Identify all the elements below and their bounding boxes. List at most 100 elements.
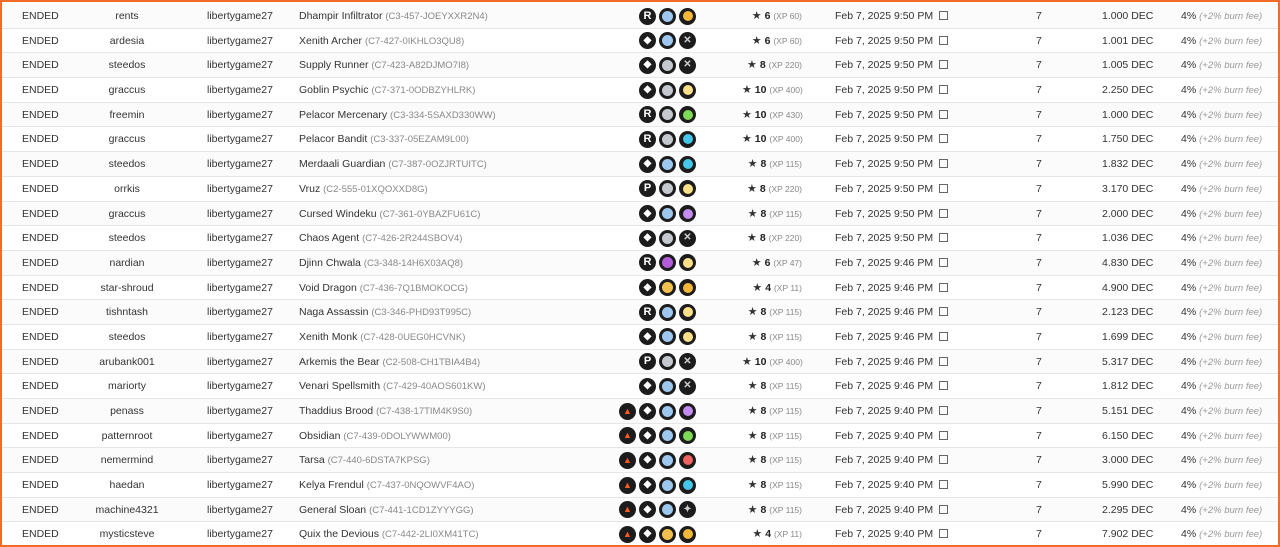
external-link-icon[interactable] [939, 356, 948, 366]
buyer-link[interactable]: libertygame27 [207, 251, 273, 275]
card-name[interactable]: Djinn Chwala [299, 257, 361, 269]
card-name[interactable]: Dhampir Infiltrator [299, 10, 382, 22]
buyer-link[interactable]: libertygame27 [207, 202, 273, 226]
foil-dot [662, 504, 673, 516]
buyer-link[interactable]: libertygame27 [207, 4, 273, 28]
fee-percent: 4% [1181, 10, 1197, 22]
fee: 4% (+2% burn fee) [1181, 202, 1262, 226]
card-name[interactable]: Void Dragon [299, 282, 357, 294]
card-name[interactable]: Cursed Windeku [299, 208, 377, 220]
external-link-icon[interactable] [939, 208, 948, 218]
external-link-icon[interactable] [939, 233, 948, 243]
buyer-link[interactable]: libertygame27 [207, 276, 273, 300]
external-link-icon[interactable] [939, 455, 948, 465]
card-name[interactable]: General Sloan [299, 504, 366, 516]
seller-link[interactable]: graccus [109, 127, 146, 151]
external-link-icon[interactable] [939, 430, 948, 440]
external-link-icon[interactable] [939, 257, 948, 267]
card-name[interactable]: Supply Runner [299, 59, 368, 71]
buyer-link[interactable]: libertygame27 [207, 300, 273, 324]
seller-link[interactable]: nemermind [101, 448, 154, 472]
fee: 4% (+2% burn fee) [1181, 325, 1262, 349]
buyer-link[interactable]: libertygame27 [207, 127, 273, 151]
buyer-link[interactable]: libertygame27 [207, 399, 273, 423]
seller-link[interactable]: graccus [109, 202, 146, 226]
external-link-icon[interactable] [939, 282, 948, 292]
external-link-icon[interactable] [939, 183, 948, 193]
buyer-link[interactable]: libertygame27 [207, 226, 273, 250]
external-link-icon[interactable] [939, 11, 948, 20]
buyer-link[interactable]: libertygame27 [207, 448, 273, 472]
external-link-icon[interactable] [939, 307, 948, 317]
card-name[interactable]: Chaos Agent [299, 232, 359, 244]
external-link-icon[interactable] [939, 529, 948, 539]
fee-percent: 4% [1181, 330, 1197, 343]
quantity: 7 [1036, 355, 1042, 368]
seller-link[interactable]: freemin [110, 103, 145, 127]
card-name[interactable]: Obsidian [299, 430, 340, 442]
external-link-icon[interactable] [939, 480, 948, 490]
buyer-link[interactable]: libertygame27 [207, 103, 273, 127]
external-link-icon[interactable] [939, 134, 948, 144]
seller-link[interactable]: machine4321 [95, 498, 158, 522]
seller-link[interactable]: ardesia [110, 29, 144, 53]
external-link-icon[interactable] [939, 331, 948, 341]
card-name[interactable]: Tarsa [299, 454, 325, 466]
external-link-icon[interactable] [939, 406, 948, 415]
seller-link[interactable]: mysticsteve [100, 522, 155, 545]
card-name[interactable]: Pelacor Mercenary [299, 109, 387, 121]
seller-link[interactable]: orrkis [110, 177, 144, 201]
external-link-icon[interactable] [939, 381, 948, 391]
buyer-link[interactable]: libertygame27 [207, 522, 273, 545]
card-name[interactable]: Pelacor Bandit [299, 133, 367, 145]
star-icon: ★ [747, 380, 758, 393]
external-link-icon[interactable] [939, 159, 948, 169]
buyer-link[interactable]: libertygame27 [207, 78, 273, 102]
external-link-icon[interactable] [939, 60, 948, 70]
external-link-icon[interactable] [939, 109, 948, 119]
card-name[interactable]: Venari Spellsmith [299, 380, 380, 392]
buyer-link[interactable]: libertygame27 [207, 350, 273, 374]
buyer-link[interactable]: libertygame27 [207, 325, 273, 349]
external-link-icon[interactable] [939, 35, 948, 45]
seller-link[interactable]: patternroot [102, 424, 153, 448]
buyer-link[interactable]: libertygame27 [207, 29, 273, 53]
seller-link[interactable]: steedos [109, 325, 146, 349]
buyer-link[interactable]: libertygame27 [207, 152, 273, 176]
card-name[interactable]: Vruz [299, 183, 320, 195]
card-name[interactable]: Quix the Devious [299, 528, 379, 540]
buyer-link[interactable]: libertygame27 [207, 424, 273, 448]
card-name[interactable]: Naga Assassin [299, 306, 368, 318]
seller-link[interactable]: steedos [109, 53, 146, 77]
external-link-icon[interactable] [939, 85, 948, 95]
foil-regular-icon [659, 476, 676, 494]
card-name[interactable]: Xenith Archer [299, 35, 362, 47]
buyer-link[interactable]: libertygame27 [207, 498, 273, 522]
card-name[interactable]: Merdaali Guardian [299, 158, 385, 170]
card-name[interactable]: Thaddius Brood [299, 405, 373, 417]
seller-link[interactable]: graccus [109, 78, 146, 102]
buyer-link[interactable]: libertygame27 [207, 473, 273, 497]
seller-link[interactable]: arubank001 [99, 350, 154, 374]
table-row: ENDED machine4321 libertygame27 General … [2, 497, 1278, 523]
seller-link[interactable]: steedos [109, 226, 146, 250]
seller-link[interactable]: tishntash [106, 300, 148, 324]
card-name[interactable]: Goblin Psychic [299, 84, 368, 96]
card-name[interactable]: Kelya Frendul [299, 479, 364, 491]
seller-link[interactable]: haedan [109, 473, 144, 497]
card-attribute-icons: P ✕ [616, 350, 696, 374]
rarity-diamond-icon: ◆ [639, 501, 656, 519]
card-name[interactable]: Xenith Monk [299, 331, 357, 343]
buyer-link[interactable]: libertygame27 [207, 53, 273, 77]
price: 1.812 DEC [1102, 380, 1154, 393]
buyer-link[interactable]: libertygame27 [207, 374, 273, 398]
seller-link[interactable]: nardian [109, 251, 144, 275]
seller-link[interactable]: star-shroud [100, 276, 153, 300]
seller-link[interactable]: penass [110, 399, 144, 423]
buyer-link[interactable]: libertygame27 [207, 177, 273, 201]
card-name[interactable]: Arkemis the Bear [299, 356, 380, 368]
seller-link[interactable]: mariorty [108, 374, 146, 398]
seller-link[interactable]: rents [110, 4, 144, 28]
seller-link[interactable]: steedos [109, 152, 146, 176]
external-link-icon[interactable] [939, 504, 948, 514]
